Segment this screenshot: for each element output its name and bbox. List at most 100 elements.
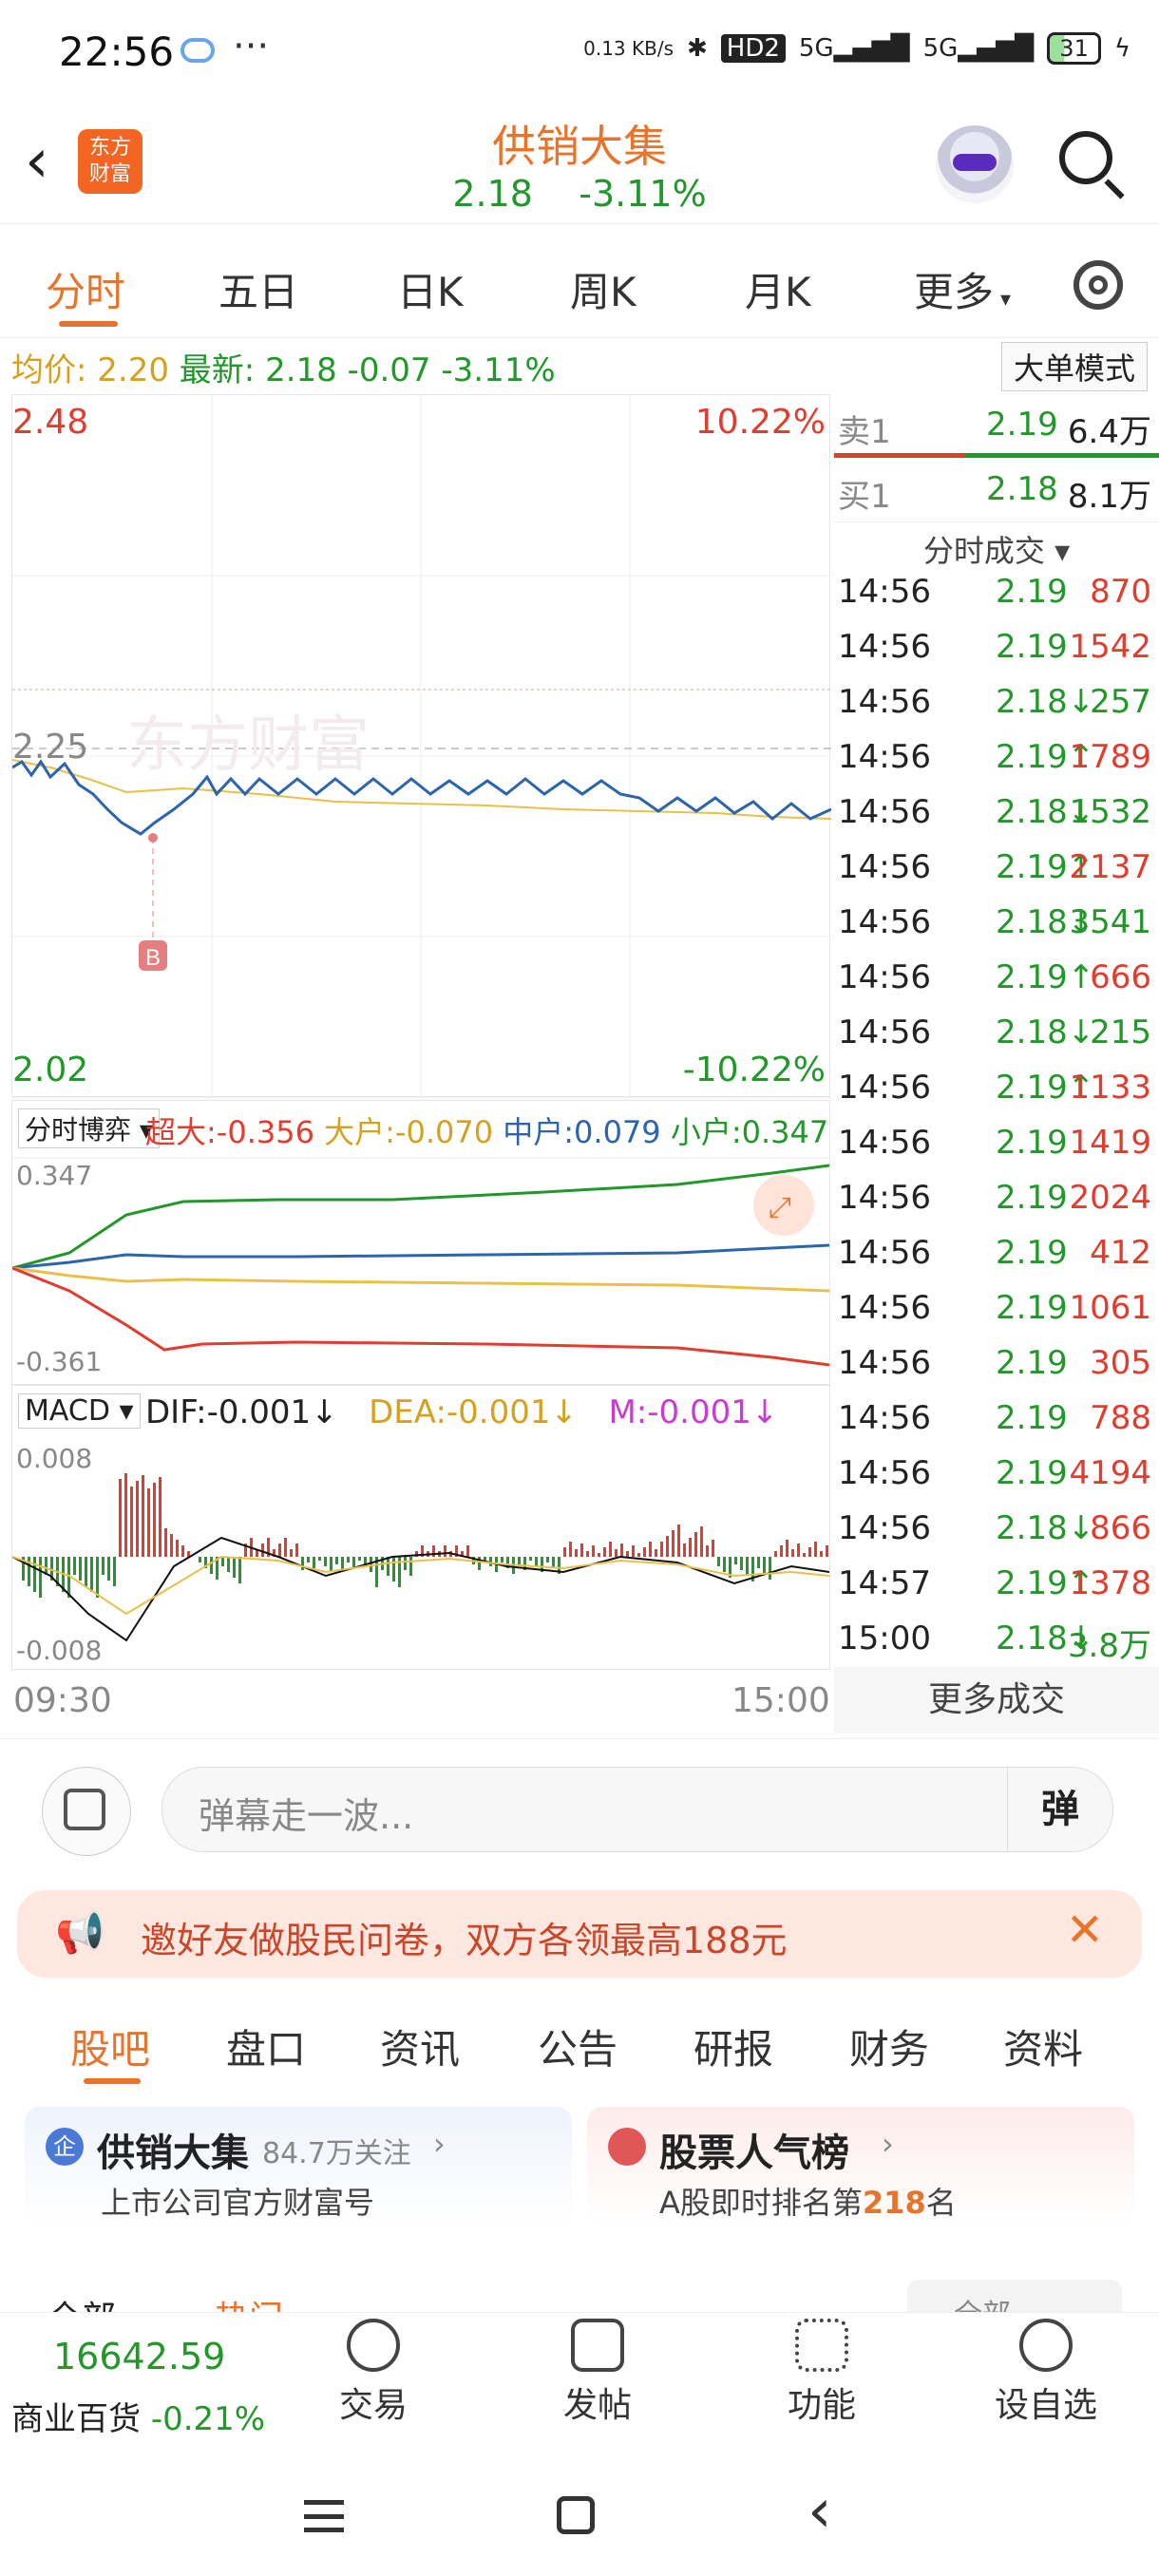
watermark: 东方财富 [126, 710, 370, 779]
macd-bar [563, 1547, 566, 1557]
tab-five-day[interactable]: 五日 [218, 260, 298, 318]
card1-sub: 上市公司官方财富号 [101, 2185, 375, 2221]
tab-monthly-k[interactable]: 月K [745, 260, 811, 318]
trade-volume: 1542 [1069, 628, 1151, 666]
macd-bar [734, 1557, 737, 1564]
nav-functions[interactable]: 功能 [750, 2319, 893, 2427]
tab-intraday[interactable]: 分时 [46, 260, 125, 318]
macd-bar [791, 1549, 794, 1557]
back-nav-icon[interactable]: ‹ [808, 2481, 832, 2542]
trades-title[interactable]: 分时成交 ▾ [834, 527, 1159, 571]
status-right: 0.13 KB/s ✱ HD2 5G▂▄▆█ 5G▂▄▆█ 31 ϟ [583, 32, 1130, 65]
change-value: -0.07 [347, 351, 431, 389]
tab-finance[interactable]: 财务 [849, 2017, 929, 2075]
macd-bar [301, 1557, 304, 1570]
search-icon[interactable] [1059, 131, 1112, 184]
card1-follow: 84.7万关注 [262, 2137, 411, 2170]
yen-icon [347, 2319, 400, 2372]
trade-price: 2.18↓ [996, 683, 1095, 721]
active-tab-underline [59, 321, 118, 327]
promo-banner[interactable]: 📢 邀好友做股民问卷，双方各领最高188元 ✕ [17, 1890, 1142, 1978]
bluetooth-icon: ✱ [687, 34, 708, 63]
trade-volume: 788 [1090, 1399, 1151, 1437]
tab-research[interactable]: 研报 [694, 2017, 773, 2075]
assistant-robot-icon[interactable] [936, 125, 1014, 203]
macd-bar [609, 1542, 612, 1557]
tab-news[interactable]: 资讯 [380, 2017, 460, 2075]
trade-volume: 1532 [1069, 793, 1151, 831]
tab-pankou[interactable]: 盘口 [226, 2017, 306, 2075]
trade-volume: 1419 [1069, 1124, 1151, 1162]
trade-time: 14:56 [838, 1069, 931, 1107]
chevron-right-icon: › [433, 2126, 446, 2162]
chevron-right-icon-2: › [882, 2126, 894, 2162]
filter-all[interactable]: 全部 [48, 2291, 116, 2312]
intraday-chart[interactable]: 东方财富 B 2.48 10.22% 2.25 2.02 -10.22% [11, 394, 831, 1098]
chart-top-pct: 10.22% [694, 403, 826, 442]
filter-hot[interactable]: 热门 [215, 2291, 283, 2312]
macd-bar [706, 1545, 709, 1557]
macd-bar [672, 1530, 674, 1557]
tab-weekly-k[interactable]: 周K [570, 260, 636, 318]
stock-change: -3.11% [579, 173, 707, 215]
trade-time: 14:56 [838, 628, 931, 666]
index-value[interactable]: 16642.59 [53, 2336, 225, 2377]
divider [0, 1738, 1159, 1739]
macd-bar [102, 1557, 104, 1575]
trade-price: 2.19 [996, 1289, 1068, 1327]
trade-price: 2.19 [996, 628, 1068, 666]
tab-daily-k[interactable]: 日K [397, 260, 464, 318]
macd-bar [238, 1557, 241, 1583]
macd-bar [655, 1549, 657, 1557]
nav-trade[interactable]: 交易 [302, 2319, 445, 2427]
ob-divider [834, 521, 1159, 522]
more-trades-button[interactable]: 更多成交 [834, 1667, 1159, 1733]
filter-dropdown[interactable] [907, 2280, 1122, 2312]
big-order-mode-button[interactable]: 大单模式 [1000, 342, 1148, 391]
menu-icon[interactable] [304, 2500, 344, 2532]
macd-bar [820, 1551, 823, 1557]
close-icon[interactable]: ✕ [1066, 1904, 1104, 1957]
trade-volume: 1061 [1069, 1289, 1151, 1327]
bottom-nav: 16642.59 商业百货 -0.21% 交易 发帖 功能 设自选 [0, 2312, 1159, 2446]
macd-bar [660, 1542, 663, 1557]
buy1-row[interactable]: 买1 2.18 8.1万 [834, 470, 1159, 523]
popularity-card[interactable]: 股票人气榜 › A股即时排名第218名 [587, 2107, 1134, 2225]
sell1-row[interactable]: 卖1 2.19 6.4万 [834, 406, 1159, 459]
macd-bar [147, 1488, 150, 1557]
danmu-settings-icon[interactable] [42, 1767, 131, 1856]
trade-price: 2.18↓ [996, 1013, 1095, 1051]
nav-post[interactable]: 发帖 [526, 2319, 669, 2427]
macd-bar [33, 1557, 36, 1592]
trade-volume: 2137 [1069, 848, 1151, 886]
tab-profile[interactable]: 资料 [1003, 2017, 1083, 2075]
macd-bar [181, 1545, 184, 1557]
official-account-card[interactable]: 企 供销大集 84.7万关注 › 上市公司官方财富号 [25, 2107, 572, 2225]
status-time: 22:56 [59, 28, 175, 75]
trade-volume: 666 [1090, 958, 1151, 996]
danmu-input[interactable]: 弹幕走一波... 弹 [162, 1767, 1113, 1852]
more-dots-icon: ··· [233, 25, 270, 68]
trade-time: 14:57 [838, 1564, 931, 1602]
home-icon[interactable] [557, 2496, 595, 2534]
trade-time: 14:56 [838, 958, 931, 996]
tab-announcement[interactable]: 公告 [538, 2017, 618, 2075]
danmu-toggle-button[interactable]: 弹 [1007, 1768, 1112, 1851]
macd-bar [347, 1557, 350, 1563]
card2-sub-post: 名 [925, 2185, 957, 2221]
macd-panel: MACD ▾ DIF:-0.001↓ DEA:-0.001↓ M:-0.001↓… [11, 1385, 830, 1670]
trade-time: 14:56 [838, 1124, 931, 1162]
macd-bar [757, 1557, 760, 1568]
nav-add-watchlist[interactable]: 设自选 [975, 2319, 1117, 2427]
time-end: 15:00 [732, 1681, 830, 1720]
macd-bar [689, 1538, 692, 1557]
macd-bar [210, 1557, 213, 1574]
tab-more[interactable]: 更多 ▾ [914, 260, 1011, 318]
gear-icon[interactable] [1074, 260, 1123, 310]
buy1-vol: 8.1万 [1067, 478, 1151, 516]
macd-bar [575, 1549, 578, 1557]
enterprise-icon: 企 [46, 2128, 84, 2166]
tab-guba[interactable]: 股吧 [70, 2017, 150, 2075]
macd-bar [598, 1553, 600, 1557]
partial-filter-row: 全部 热门 全部 [0, 2280, 1159, 2312]
